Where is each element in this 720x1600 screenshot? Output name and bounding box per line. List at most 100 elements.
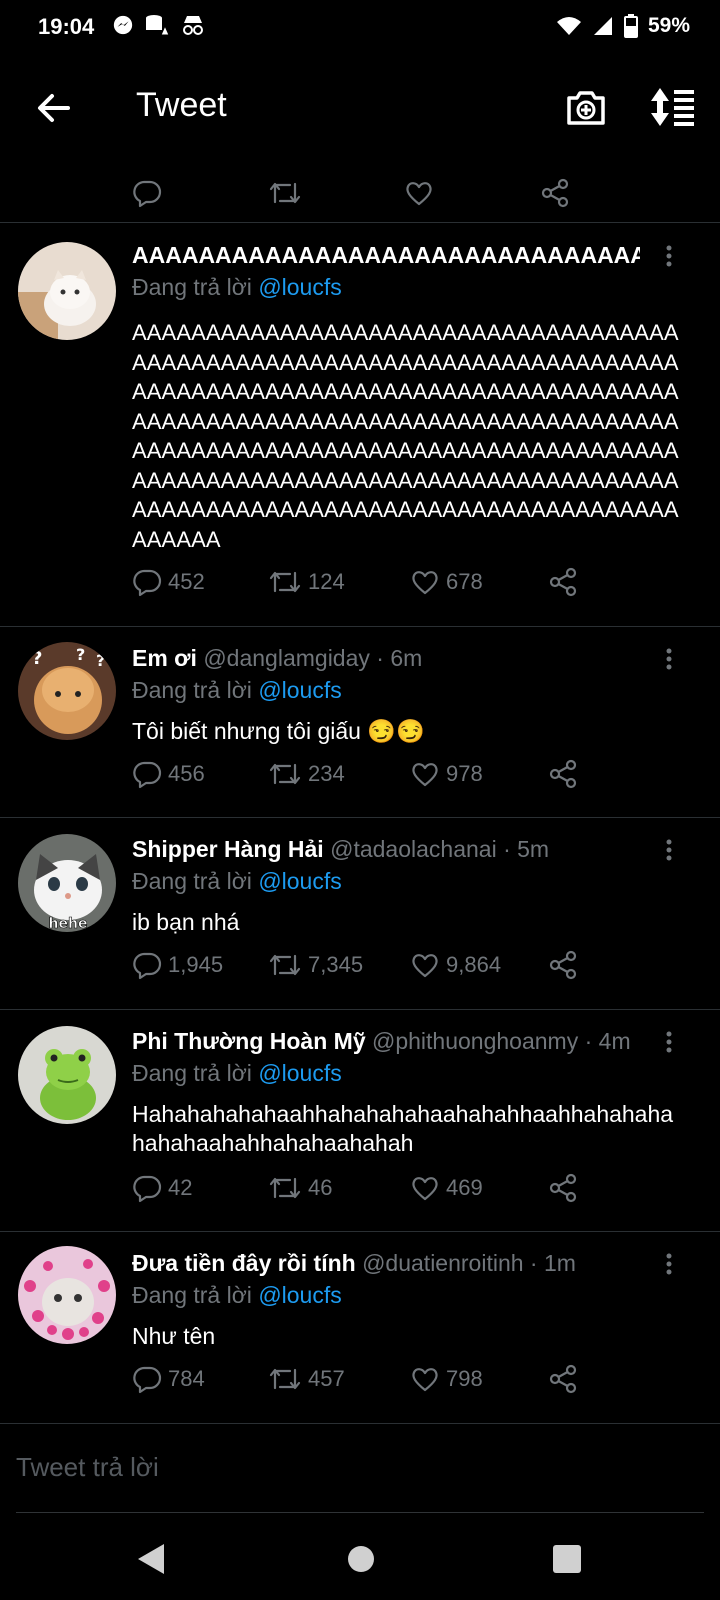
share-button[interactable] bbox=[548, 759, 578, 789]
tweet-item[interactable]: hehe Shipper Hàng Hải @tadaolachanai · 5… bbox=[0, 818, 720, 1010]
user-handle: @tadaolachanai bbox=[330, 836, 497, 862]
system-nav-bar bbox=[0, 1520, 720, 1600]
retweet-button[interactable]: 7,345 bbox=[268, 950, 363, 980]
reply-button[interactable]: 784 bbox=[132, 1364, 205, 1394]
retweet-icon bbox=[269, 763, 301, 785]
nav-back-icon[interactable] bbox=[136, 1542, 166, 1576]
like-icon bbox=[412, 954, 438, 978]
like-button[interactable]: 9,864 bbox=[410, 950, 501, 980]
share-button[interactable] bbox=[548, 1173, 578, 1203]
cat-hearts-avatar-image bbox=[18, 1246, 116, 1344]
reply-icon bbox=[133, 761, 162, 789]
battery-percent: 59% bbox=[647, 14, 690, 37]
tweet-item[interactable]: Phi Thường Hoàn Mỹ @phithuonghoanmy · 4m… bbox=[0, 1010, 720, 1232]
reply-composer-input[interactable]: Tweet trả lời bbox=[16, 1452, 159, 1483]
frog-avatar-image bbox=[18, 1026, 116, 1124]
more-vertical-icon[interactable] bbox=[657, 647, 681, 671]
reply-button[interactable]: 42 bbox=[132, 1173, 192, 1203]
avatar[interactable] bbox=[18, 1026, 116, 1124]
retweet-button[interactable]: 46 bbox=[268, 1173, 332, 1203]
like-count: 469 bbox=[446, 1175, 483, 1200]
reply-count: 42 bbox=[168, 1175, 193, 1200]
reply-button[interactable]: 456 bbox=[132, 759, 205, 789]
tweet-item[interactable]: ??? Em ơi @danglamgiday · 6m Đang trả lờ… bbox=[0, 627, 720, 818]
user-handle: @duatienroitinh bbox=[362, 1250, 524, 1276]
like-icon bbox=[412, 763, 438, 787]
retweet-button[interactable]: 234 bbox=[268, 759, 345, 789]
avatar[interactable] bbox=[18, 1246, 116, 1344]
retweet-count: 7,345 bbox=[308, 952, 364, 977]
retweet-icon bbox=[269, 182, 301, 204]
status-system-icons: 59% bbox=[556, 14, 690, 38]
reply-icon bbox=[133, 569, 162, 597]
tweet-text: ib bạn nhá bbox=[132, 909, 240, 935]
status-time: 19:04 bbox=[38, 14, 95, 39]
more-vertical-icon[interactable] bbox=[657, 244, 681, 268]
share-icon bbox=[549, 567, 577, 597]
reply-count: 784 bbox=[168, 1366, 205, 1391]
like-count: 798 bbox=[446, 1366, 483, 1391]
wifi-icon bbox=[556, 17, 581, 35]
retweet-button[interactable] bbox=[268, 178, 302, 208]
reply-icon bbox=[133, 180, 162, 208]
more-vertical-icon[interactable] bbox=[657, 1030, 681, 1054]
tweet-header: Shipper Hàng Hải @tadaolachanai · 5m bbox=[132, 836, 640, 863]
avatar-caption: hehe bbox=[49, 916, 88, 932]
svg-text:?: ? bbox=[76, 645, 85, 664]
reply-button[interactable]: 1,945 bbox=[132, 950, 223, 980]
avatar[interactable] bbox=[18, 242, 116, 340]
like-button[interactable]: 798 bbox=[410, 1364, 483, 1394]
tweet-item[interactable]: AAAAAAAAAAAAAAAAAAAAAAAAAAAAAAAA... Đang… bbox=[0, 222, 720, 627]
reply-mention[interactable]: @loucfs bbox=[258, 1060, 341, 1086]
nav-home-icon[interactable] bbox=[346, 1544, 376, 1574]
user-handle: @phithuonghoanmy bbox=[372, 1028, 579, 1054]
user-handle: @danglamgiday bbox=[203, 645, 370, 671]
like-button[interactable]: 678 bbox=[410, 567, 483, 597]
reply-button[interactable] bbox=[132, 178, 162, 208]
reply-mention[interactable]: @loucfs bbox=[258, 1282, 341, 1308]
sort-list-icon[interactable] bbox=[650, 86, 698, 128]
share-button[interactable] bbox=[548, 567, 578, 597]
reply-prefix: Đang trả lời bbox=[132, 677, 252, 703]
share-button[interactable] bbox=[548, 1364, 578, 1394]
display-name: Em ơi bbox=[132, 645, 197, 671]
reply-count: 1,945 bbox=[168, 952, 224, 977]
incognito-icon bbox=[183, 16, 203, 35]
tweet-text: Như tên bbox=[132, 1323, 216, 1349]
retweet-button[interactable]: 124 bbox=[268, 567, 345, 597]
tweet-header: AAAAAAAAAAAAAAAAAAAAAAAAAAAAAAAA... bbox=[132, 242, 640, 269]
database-warning-icon bbox=[146, 15, 170, 36]
reply-mention[interactable]: @loucfs bbox=[258, 677, 341, 703]
avatar[interactable]: ??? bbox=[18, 642, 116, 740]
reply-icon bbox=[133, 952, 162, 980]
cell-signal-icon bbox=[593, 17, 612, 35]
tweet-time: · 1m bbox=[529, 1250, 576, 1276]
tweet-header: Đưa tiền đây rồi tính @duatienroitinh · … bbox=[132, 1250, 640, 1277]
camera-plus-icon[interactable] bbox=[565, 86, 607, 128]
reply-prefix: Đang trả lời bbox=[132, 274, 252, 300]
retweet-icon bbox=[269, 1177, 301, 1199]
like-button[interactable]: 469 bbox=[410, 1173, 483, 1203]
reply-mention[interactable]: @loucfs bbox=[258, 868, 341, 894]
tweet-item[interactable]: Đưa tiền đây rồi tính @duatienroitinh · … bbox=[0, 1232, 720, 1424]
retweet-button[interactable]: 457 bbox=[268, 1364, 345, 1394]
like-icon bbox=[412, 1368, 438, 1392]
share-button[interactable] bbox=[548, 950, 578, 980]
cat-avatar-image bbox=[18, 242, 116, 340]
replying-to: Đang trả lời @loucfs bbox=[132, 1060, 342, 1087]
battery-icon bbox=[623, 14, 638, 38]
like-button[interactable]: 978 bbox=[410, 759, 483, 789]
more-vertical-icon[interactable] bbox=[657, 1252, 681, 1276]
reply-button[interactable]: 452 bbox=[132, 567, 205, 597]
reply-mention[interactable]: @loucfs bbox=[258, 274, 341, 300]
avatar[interactable]: hehe bbox=[18, 834, 116, 932]
like-icon bbox=[406, 182, 432, 206]
share-button[interactable] bbox=[540, 178, 570, 208]
nav-recents-icon[interactable] bbox=[552, 1544, 582, 1574]
like-button[interactable] bbox=[404, 178, 434, 208]
back-arrow-icon[interactable] bbox=[34, 88, 74, 128]
retweet-count: 457 bbox=[308, 1366, 345, 1391]
tweet-header: Em ơi @danglamgiday · 6m bbox=[132, 645, 640, 672]
more-vertical-icon[interactable] bbox=[657, 838, 681, 862]
reply-count: 452 bbox=[168, 569, 205, 594]
